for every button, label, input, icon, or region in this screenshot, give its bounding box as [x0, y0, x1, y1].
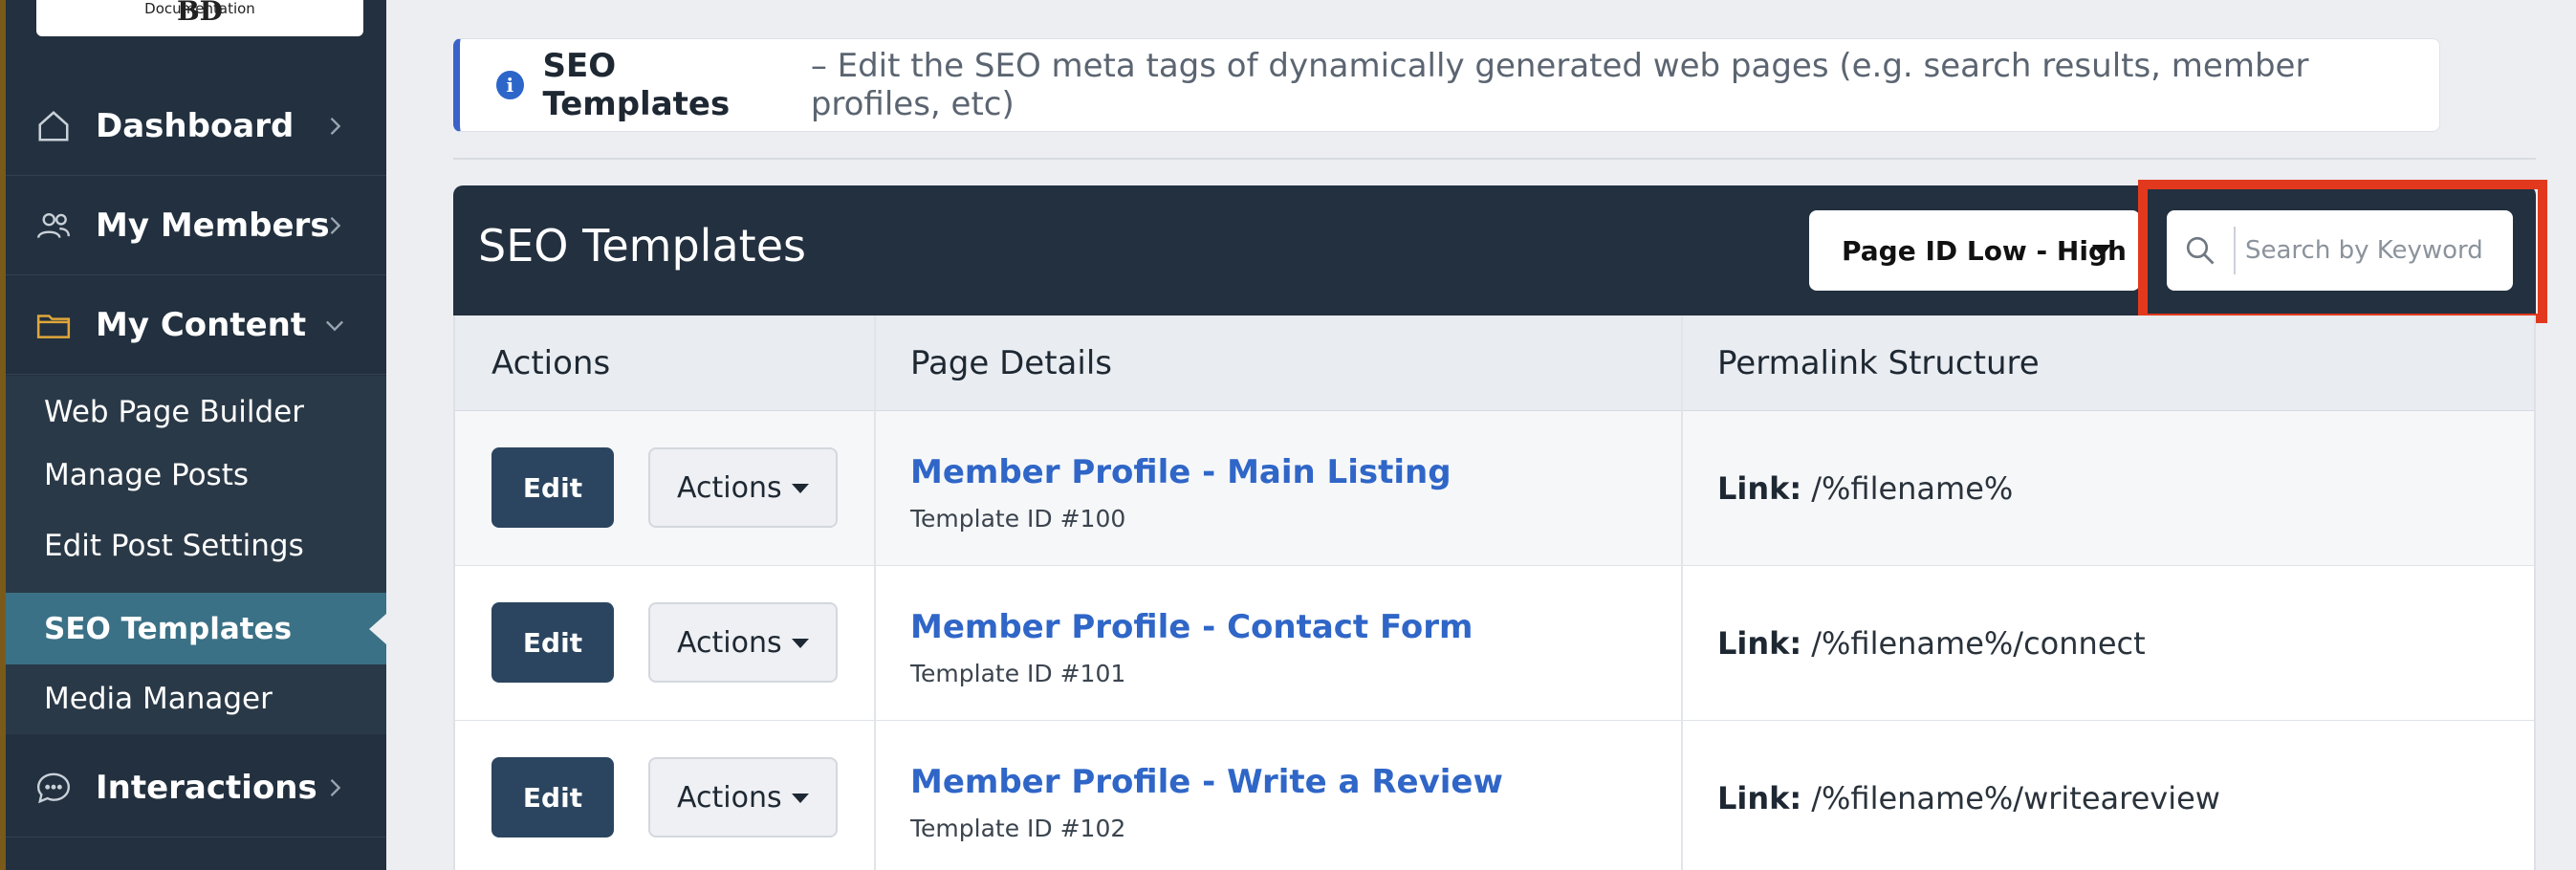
divider [453, 158, 2536, 160]
info-icon: i [496, 71, 524, 99]
permalink: Link: /%filename%/writeareview [1717, 721, 2220, 870]
search-separator [2234, 227, 2236, 274]
submenu-manage-posts[interactable]: Manage Posts [6, 439, 386, 511]
sidebar: BD Documentation Dashboard My Members My… [0, 0, 386, 870]
page-title-link[interactable]: Member Profile - Main Listing [910, 453, 1452, 491]
submenu-seo-templates[interactable]: SEO Templates [6, 593, 386, 664]
sort-dropdown[interactable]: Page ID Low - High [1809, 210, 2140, 291]
column-header-page-details: Page Details [910, 344, 1112, 382]
panel-title: SEO Templates [478, 220, 806, 272]
table-row: Edit Actions Member Profile - Contact Fo… [455, 566, 2534, 721]
page-title-link[interactable]: Member Profile - Write a Review [910, 763, 1503, 801]
actions-label: Actions [677, 470, 782, 505]
submenu-label: SEO Templates [44, 611, 293, 646]
actions-dropdown-button[interactable]: Actions [648, 757, 838, 837]
permalink: Link: /%filename%/connect [1717, 566, 2146, 721]
search-input[interactable] [2245, 236, 2503, 265]
logo[interactable]: BD Documentation [36, 0, 363, 36]
column-divider [874, 315, 876, 870]
submenu-web-page-builder[interactable]: Web Page Builder [6, 376, 386, 447]
caret-down-icon [792, 639, 809, 648]
chevron-right-icon [330, 779, 341, 796]
caret-down-icon [792, 484, 809, 493]
template-id: Template ID #101 [910, 660, 1126, 687]
permalink: Link: /%filename% [1717, 411, 2013, 566]
home-icon [34, 107, 73, 145]
folder-icon [34, 306, 73, 344]
banner-description: – Edit the SEO meta tags of dynamically … [810, 47, 2309, 123]
template-id: Template ID #100 [910, 505, 1126, 533]
actions-dropdown-button[interactable]: Actions [648, 602, 838, 683]
edit-button[interactable]: Edit [491, 602, 614, 683]
table-header: Actions Page Details Permalink Structure [455, 315, 2534, 411]
sort-selected-value: Page ID Low - High [1842, 234, 2127, 267]
nav-dashboard[interactable]: Dashboard [6, 76, 386, 176]
nav-label: Interactions [96, 768, 317, 807]
users-icon [34, 207, 73, 245]
nav-interactions[interactable]: Interactions [6, 738, 386, 837]
nav-my-members[interactable]: My Members [6, 176, 386, 275]
column-header-permalink: Permalink Structure [1717, 344, 2040, 382]
nav-label: My Members [96, 206, 330, 245]
link-label: Link: [1717, 625, 1802, 662]
column-divider [1681, 315, 1683, 870]
nav-label: Dashboard [96, 106, 295, 145]
caret-down-icon [2092, 245, 2111, 256]
edit-button[interactable]: Edit [491, 447, 614, 528]
chevron-right-icon [330, 217, 341, 234]
table-row: Edit Actions Member Profile - Write a Re… [455, 721, 2534, 870]
link-value: /%filename%/writeareview [1811, 780, 2220, 816]
submenu-media-manager[interactable]: Media Manager [6, 663, 386, 734]
panel-header: SEO Templates Page ID Low - High [453, 180, 2547, 323]
template-id: Template ID #102 [910, 815, 1126, 842]
submenu-edit-post-settings[interactable]: Edit Post Settings [6, 510, 386, 581]
content-submenu: Web Page Builder Manage Posts Edit Post … [6, 376, 386, 734]
active-indicator [369, 614, 386, 644]
actions-label: Actions [677, 625, 782, 660]
chevron-right-icon [330, 118, 341, 135]
page-title-link[interactable]: Member Profile - Contact Form [910, 608, 1473, 646]
info-banner: i SEO Templates – Edit the SEO meta tags… [453, 38, 2440, 132]
actions-label: Actions [677, 780, 782, 815]
link-label: Link: [1717, 470, 1802, 507]
nav-my-content[interactable]: My Content [6, 275, 386, 375]
logo-subtitle: Documentation [144, 0, 255, 17]
link-label: Link: [1717, 780, 1802, 816]
search-box[interactable] [2167, 210, 2513, 291]
seo-templates-table: Actions Page Details Permalink Structure… [453, 315, 2536, 870]
search-icon [2167, 233, 2234, 268]
chevron-down-icon [326, 320, 343, 332]
table-row: Edit Actions Member Profile - Main Listi… [455, 411, 2534, 566]
column-header-actions: Actions [491, 344, 611, 382]
link-value: /%filename%/connect [1811, 625, 2146, 662]
chat-icon [34, 769, 73, 807]
link-value: /%filename% [1811, 470, 2014, 507]
banner-title: SEO Templates [542, 47, 731, 123]
caret-down-icon [792, 794, 809, 803]
edit-button[interactable]: Edit [491, 757, 614, 837]
nav-label: My Content [96, 305, 307, 344]
actions-dropdown-button[interactable]: Actions [648, 447, 838, 528]
